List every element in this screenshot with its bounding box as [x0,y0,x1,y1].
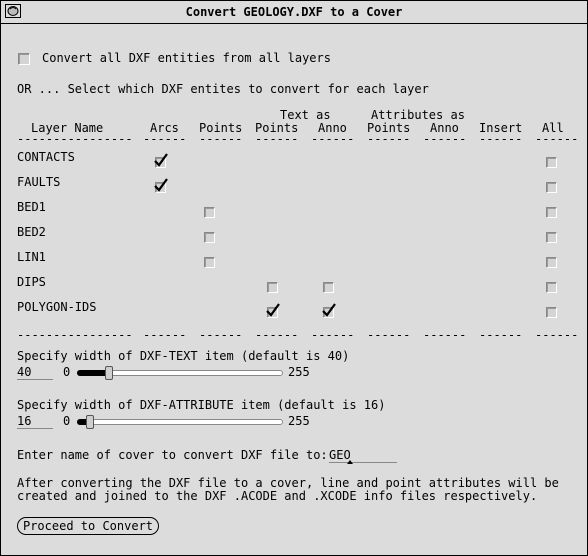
header-dashes-points: ------ [199,132,243,146]
dxf-text-max: 255 [288,365,310,379]
dxf-attr-slider-thumb[interactable] [86,415,94,429]
header-dashes-attr-points: ------ [367,132,411,146]
layer-name-bed1: BED1 [17,200,46,214]
dips-text-points-checkbox[interactable] [267,282,278,293]
faults-all-checkbox[interactable] [546,182,557,193]
header-dashes-attr-anno: ------ [423,132,467,146]
checkmark-icon [154,153,168,167]
title-bar: Convert GEOLOGY.DXF to a Cover [1,1,587,24]
lin1-all-checkbox[interactable] [546,257,557,268]
dxf-attr-width-input[interactable]: 16 [17,414,53,429]
convert-all-label: Convert all DXF entities from all layers [42,51,331,65]
or-instruction: OR ... Select which DXF entites to conve… [17,82,429,96]
bed1-all-checkbox[interactable] [546,207,557,218]
bed2-all-checkbox[interactable] [546,232,557,243]
dxf-text-min: 0 [63,365,71,379]
proceed-to-convert-button[interactable]: Proceed to Convert [17,517,159,535]
checkmark-icon [322,303,336,317]
footer-dashes-text-anno: ------ [311,328,355,342]
info-line-2: created and joined to the DXF .ACODE and… [17,489,538,503]
dxf-text-width-input[interactable]: 40 [17,365,53,380]
text-cursor-icon [347,460,353,464]
header-dashes-arcs: ------ [143,132,187,146]
bed2-points-checkbox[interactable] [204,232,215,243]
cover-name-input[interactable]: GEO [329,448,397,463]
footer-dashes-layer: ---------------- [17,328,133,342]
window-title: Convert GEOLOGY.DXF to a Cover [185,5,403,19]
header-attributes-as: Attributes as [371,108,465,122]
footer-dashes-all: ------ [535,328,579,342]
header-dashes-insert: ------ [479,132,523,146]
lin1-points-checkbox[interactable] [204,257,215,268]
dxf-attr-max: 255 [288,414,310,428]
dxf-text-slider-thumb[interactable] [105,366,113,380]
layer-name-lin1: LIN1 [17,250,46,264]
footer-dashes-text-points: ------ [255,328,299,342]
dips-text-anno-checkbox[interactable] [323,282,334,293]
dxf-attr-min: 0 [63,414,71,428]
dxf-attr-slider[interactable] [77,419,283,425]
layer-name-dips: DIPS [17,275,46,289]
bed1-points-checkbox[interactable] [204,207,215,218]
layer-name-polygon-ids: POLYGON-IDS [17,300,97,314]
layer-name-bed2: BED2 [17,225,46,239]
polygon-ids-all-checkbox[interactable] [546,307,557,318]
header-dashes-layer: ---------------- [17,132,133,146]
convert-dxf-window: Convert GEOLOGY.DXF to a Cover Convert a… [0,0,588,556]
checkmark-icon [266,303,280,317]
footer-dashes-attr-anno: ------ [423,328,467,342]
footer-dashes-insert: ------ [479,328,523,342]
header-dashes-text-anno: ------ [311,132,355,146]
info-line-1: After converting the DXF file to a cover… [17,476,559,490]
contacts-all-checkbox[interactable] [546,157,557,168]
cover-name-label: Enter name of cover to convert DXF file … [17,448,328,462]
layer-name-faults: FAULTS [17,175,61,189]
dxf-text-width-label: Specify width of DXF-TEXT item (default … [17,349,350,363]
layer-name-contacts: CONTACTS [17,150,75,164]
checkmark-icon [154,178,168,192]
dips-all-checkbox[interactable] [546,282,557,293]
convert-all-checkbox[interactable] [18,53,30,65]
header-text-as: Text as [280,108,331,122]
footer-dashes-arcs: ------ [143,328,187,342]
footer-dashes-attr-points: ------ [367,328,411,342]
dxf-attr-width-label: Specify width of DXF-ATTRIBUTE item (def… [17,398,386,412]
footer-dashes-points: ------ [199,328,243,342]
header-dashes-all: ------ [535,132,579,146]
header-dashes-text-points: ------ [255,132,299,146]
